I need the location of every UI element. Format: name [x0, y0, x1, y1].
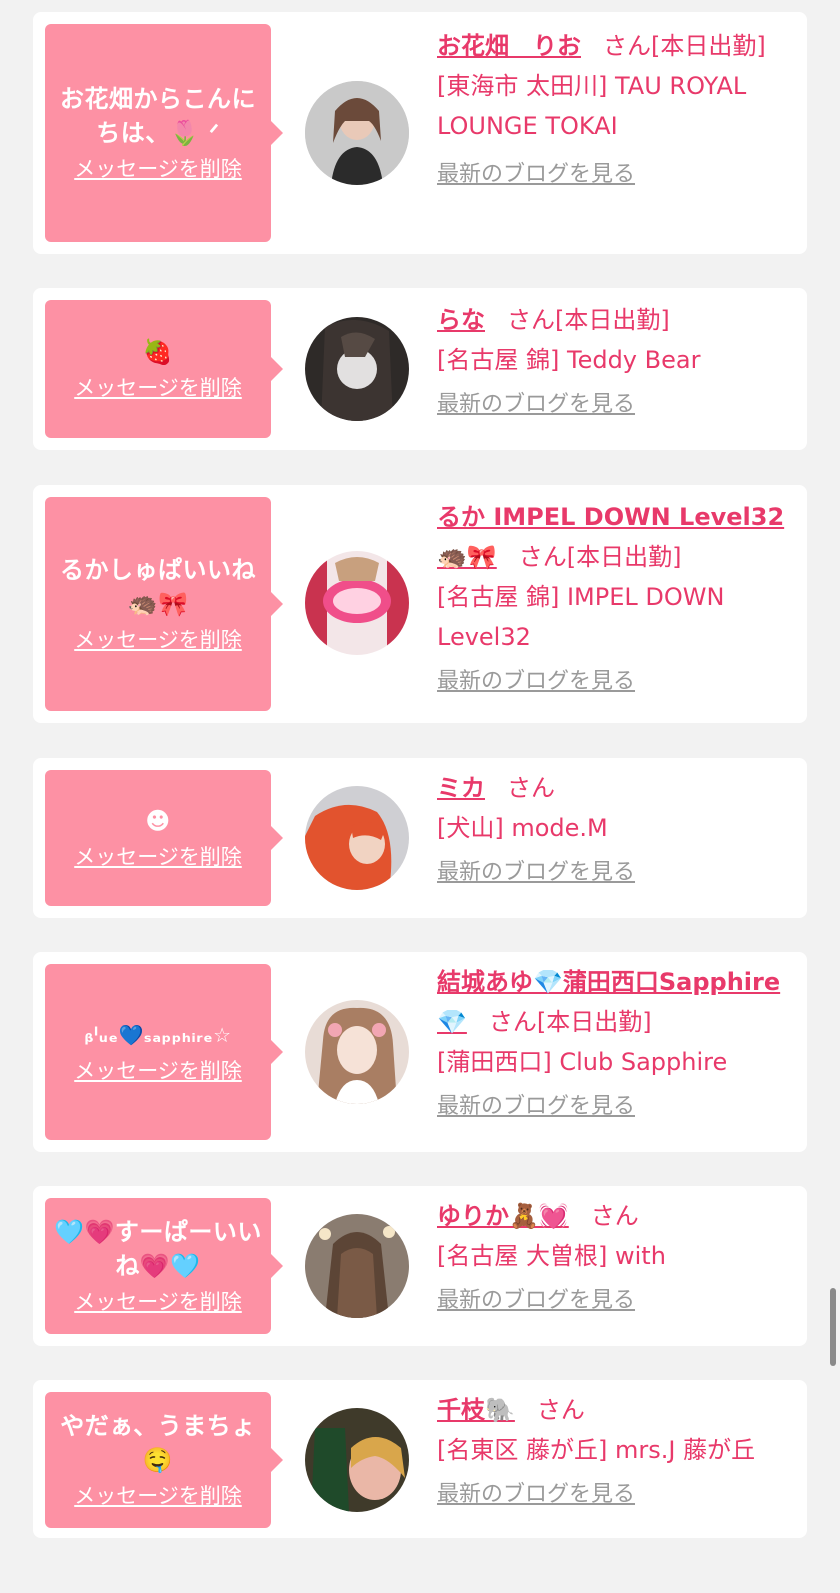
- name-line: るか IMPEL DOWN Level32 🦔🎀 さん[本日出勤]: [437, 497, 797, 577]
- status-text: [本日出勤]: [566, 543, 682, 571]
- cast-photo: [305, 786, 409, 890]
- delete-message-link[interactable]: メッセージを削除: [74, 625, 242, 655]
- delete-message-link[interactable]: メッセージを削除: [74, 154, 242, 184]
- cast-photo: [305, 1000, 409, 1104]
- shop-info: [東海市 太田川] TAU ROYAL LOUNGE TOKAI: [437, 72, 747, 140]
- avatar[interactable]: [305, 551, 409, 655]
- message-text: やだぁ、うまちょ🤤: [60, 1412, 256, 1474]
- cast-info: ミカ さん [犬山] mode.M 最新のブログを見る: [437, 768, 797, 888]
- cast-info: ゆりか🧸💓 さん [名古屋 大曽根] with 最新のブログを見る: [437, 1196, 797, 1316]
- list-item: ☻ メッセージを削除 ミカ さん [犬山] mode.M 最新のブログを見る: [33, 758, 807, 918]
- honorific: さん: [536, 1396, 585, 1424]
- name-line: ミカ さん: [437, 768, 797, 808]
- delete-message-link[interactable]: メッセージを削除: [74, 1481, 242, 1511]
- cast-photo: [305, 81, 409, 185]
- latest-blog-link[interactable]: 最新のブログを見る: [437, 1092, 635, 1122]
- cast-info: 千枝🐘 さん [名東区 藤が丘] mrs.J 藤が丘 最新のブログを見る: [437, 1390, 797, 1510]
- message-text: ☻: [145, 807, 171, 835]
- delete-message-link[interactable]: メッセージを削除: [74, 1287, 242, 1317]
- latest-blog-link[interactable]: 最新のブログを見る: [437, 390, 635, 420]
- avatar[interactable]: [305, 1408, 409, 1512]
- honorific: さん: [603, 32, 651, 60]
- shop-info: [名東区 藤が丘] mrs.J 藤が丘: [437, 1436, 756, 1464]
- name-line: らな さん[本日出勤]: [437, 300, 797, 340]
- avatar[interactable]: [305, 1000, 409, 1104]
- honorific: さん: [488, 1008, 537, 1036]
- shop-info: [名古屋 大曽根] with: [437, 1242, 666, 1270]
- latest-blog-link[interactable]: 最新のブログを見る: [437, 1480, 635, 1510]
- message-text: 🩵💗すーぱーいいね💗🩵: [54, 1218, 262, 1280]
- honorific: さん: [590, 1202, 639, 1230]
- avatar[interactable]: [305, 317, 409, 421]
- honorific: さん: [507, 306, 555, 334]
- shop-info: [犬山] mode.M: [437, 814, 608, 842]
- status-text: [本日出勤]: [536, 1008, 652, 1036]
- cast-name-link[interactable]: お花畑 りお: [437, 32, 581, 60]
- vertical-scrollbar[interactable]: [830, 1288, 836, 1366]
- name-line: 結城あゆ💎蒲田西口Sapphire💎 さん[本日出勤]: [437, 962, 797, 1042]
- delete-message-link[interactable]: メッセージを削除: [74, 1056, 242, 1086]
- status-text: [本日出勤]: [651, 32, 766, 60]
- list-item: 🍓 メッセージを削除 らな さん[本日出勤] [名古屋 錦] Teddy Bear…: [33, 288, 807, 450]
- list-item: お花畑からこんにちは、🌷 ᐟ メッセージを削除 お花畑 りお さん[本日出勤] […: [33, 12, 807, 254]
- cast-info: らな さん[本日出勤] [名古屋 錦] Teddy Bear 最新のブログを見る: [437, 300, 797, 420]
- name-line: 千枝🐘 さん: [437, 1390, 797, 1430]
- shop-info: [名古屋 錦] IMPEL DOWN Level32: [437, 583, 725, 651]
- cast-name-link[interactable]: ゆりか🧸💓: [437, 1202, 569, 1230]
- delete-message-link[interactable]: メッセージを削除: [74, 842, 242, 872]
- avatar[interactable]: [305, 81, 409, 185]
- cast-photo: [305, 1214, 409, 1318]
- message-text: るかしゅぱいいね🦔🎀: [60, 556, 256, 618]
- shop-info: [名古屋 錦] Teddy Bear: [437, 346, 701, 374]
- list-item: やだぁ、うまちょ🤤 メッセージを削除 千枝🐘 さん [名東区 藤が丘] mrs.J…: [33, 1380, 807, 1538]
- name-line: お花畑 りお さん[本日出勤]: [437, 26, 797, 66]
- latest-blog-link[interactable]: 最新のブログを見る: [437, 1286, 635, 1316]
- latest-blog-link[interactable]: 最新のブログを見る: [437, 858, 635, 888]
- honorific: さん: [518, 543, 567, 571]
- avatar[interactable]: [305, 786, 409, 890]
- message-bubble: るかしゅぱいいね🦔🎀 メッセージを削除: [45, 497, 283, 711]
- cast-name-link[interactable]: らな: [437, 306, 485, 334]
- list-item: ᵦˡᵤₑ💙ₛₐₚₚₕᵢᵣₑ☆ メッセージを削除 結城あゆ💎蒲田西口Sapphir…: [33, 952, 807, 1152]
- cast-name-link[interactable]: 千枝🐘: [437, 1396, 515, 1424]
- cast-info: お花畑 りお さん[本日出勤] [東海市 太田川] TAU ROYAL LOUNG…: [437, 26, 797, 190]
- cast-info: るか IMPEL DOWN Level32 🦔🎀 さん[本日出勤] [名古屋 錦]…: [437, 497, 797, 697]
- cast-info: 結城あゆ💎蒲田西口Sapphire💎 さん[本日出勤] [蒲田西口] Club S…: [437, 962, 797, 1122]
- list-item: 🩵💗すーぱーいいね💗🩵 メッセージを削除 ゆりか🧸💓 さん [名古屋 大曽根] w…: [33, 1186, 807, 1346]
- cast-photo: [305, 317, 409, 421]
- latest-blog-link[interactable]: 最新のブログを見る: [437, 667, 635, 697]
- cast-photo: [305, 1408, 409, 1512]
- message-bubble: ᵦˡᵤₑ💙ₛₐₚₚₕᵢᵣₑ☆ メッセージを削除: [45, 964, 283, 1140]
- list-item: るかしゅぱいいね🦔🎀 メッセージを削除 るか IMPEL DOWN Level3…: [33, 485, 807, 723]
- message-bubble: お花畑からこんにちは、🌷 ᐟ メッセージを削除: [45, 24, 283, 242]
- latest-blog-link[interactable]: 最新のブログを見る: [437, 160, 635, 190]
- message-text: ᵦˡᵤₑ💙ₛₐₚₚₕᵢᵣₑ☆: [84, 1023, 232, 1047]
- message-bubble: 🍓 メッセージを削除: [45, 300, 283, 438]
- message-bubble: ☻ メッセージを削除: [45, 770, 283, 906]
- cast-photo: [305, 551, 409, 655]
- cast-name-link[interactable]: ミカ: [437, 774, 485, 802]
- shop-info: [蒲田西口] Club Sapphire: [437, 1048, 728, 1076]
- message-bubble: 🩵💗すーぱーいいね💗🩵 メッセージを削除: [45, 1198, 283, 1334]
- delete-message-link[interactable]: メッセージを削除: [74, 373, 242, 403]
- avatar[interactable]: [305, 1214, 409, 1318]
- message-bubble: やだぁ、うまちょ🤤 メッセージを削除: [45, 1392, 283, 1528]
- message-text: お花畑からこんにちは、🌷 ᐟ: [60, 85, 256, 147]
- status-text: [本日出勤]: [555, 306, 670, 334]
- message-text: 🍓: [142, 338, 174, 366]
- name-line: ゆりか🧸💓 さん: [437, 1196, 797, 1236]
- honorific: さん: [507, 774, 555, 802]
